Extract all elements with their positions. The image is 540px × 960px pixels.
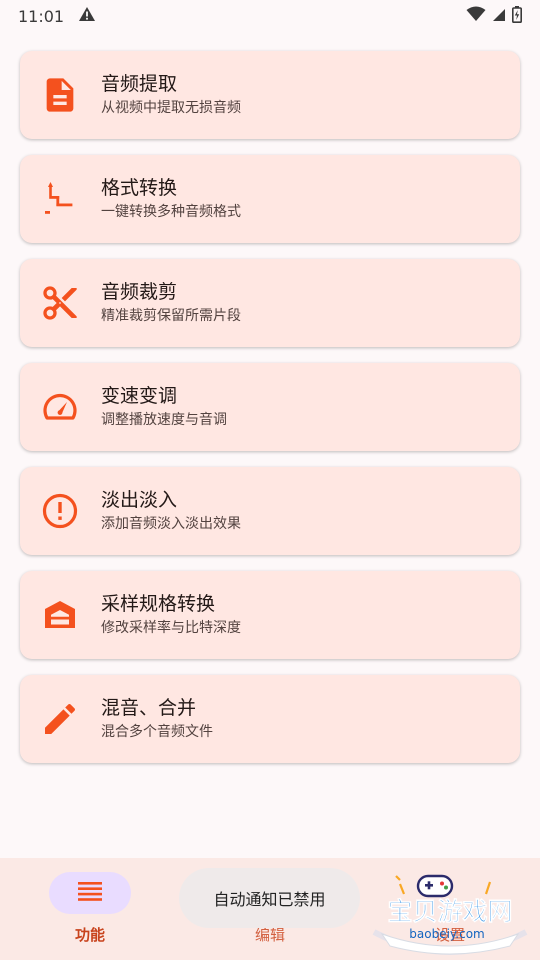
feature-subtitle: 修改采样率与比特深度 [101, 620, 241, 636]
feature-card-fade[interactable]: 淡出淡入 添加音频淡入淡出效果 [20, 467, 520, 555]
menu-lines-icon [77, 880, 103, 906]
feature-title: 采样规格转换 [101, 593, 216, 615]
status-bar: 11:01 [0, 0, 540, 32]
status-time: 11:01 [18, 6, 65, 26]
site-watermark: 宝贝游戏网 baobeiy.com [360, 862, 540, 958]
toast-text: 自动通知已禁用 [213, 890, 326, 909]
feature-card-speed[interactable]: 变速变调 调整播放速度与音调 [20, 363, 520, 451]
feature-title: 混音、合并 [101, 697, 197, 719]
speedometer-icon [40, 387, 80, 427]
feature-title: 变速变调 [101, 385, 178, 407]
feature-card-sample[interactable]: 采样规格转换 修改采样率与比特深度 [20, 571, 520, 659]
feature-card-format[interactable]: 格式转换 一键转换多种音频格式 [20, 155, 520, 243]
alert-circle-icon [40, 491, 80, 531]
battery-icon [512, 5, 522, 27]
feature-card-cut[interactable]: 音频裁剪 精准裁剪保留所需片段 [20, 259, 520, 347]
feature-card-extract[interactable]: 音频提取 从视频中提取无损音频 [20, 51, 520, 139]
toast-message: 自动通知已禁用 [179, 868, 360, 928]
feature-subtitle: 调整播放速度与音调 [101, 412, 227, 428]
house-icon [40, 595, 80, 635]
document-icon [40, 75, 80, 115]
feature-subtitle: 精准裁剪保留所需片段 [101, 308, 241, 324]
watermark-url: baobeiy.com [409, 927, 484, 941]
watermark-title: 宝贝游戏网 [387, 897, 512, 926]
feature-title: 格式转换 [101, 177, 178, 199]
status-icons [466, 5, 522, 27]
format-convert-icon [40, 179, 80, 219]
feature-title: 音频提取 [101, 73, 178, 95]
feature-subtitle: 混合多个音频文件 [101, 724, 213, 740]
signal-icon [492, 7, 506, 26]
nav-item-features[interactable]: 功能 [0, 858, 180, 960]
feature-card-mix[interactable]: 混音、合并 混合多个音频文件 [20, 675, 520, 763]
feature-title: 淡出淡入 [101, 489, 178, 511]
scissors-icon [40, 283, 80, 323]
feature-subtitle: 从视频中提取无损音频 [101, 100, 241, 116]
pencil-icon [40, 699, 80, 739]
feature-subtitle: 一键转换多种音频格式 [101, 204, 241, 220]
feature-title: 音频裁剪 [101, 281, 178, 303]
nav-label-features: 功能 [74, 926, 105, 944]
wifi-icon [466, 6, 486, 26]
nav-selected-indicator [49, 872, 131, 914]
alert-triangle-icon [78, 6, 96, 26]
feature-subtitle: 添加音频淡入淡出效果 [101, 516, 241, 532]
